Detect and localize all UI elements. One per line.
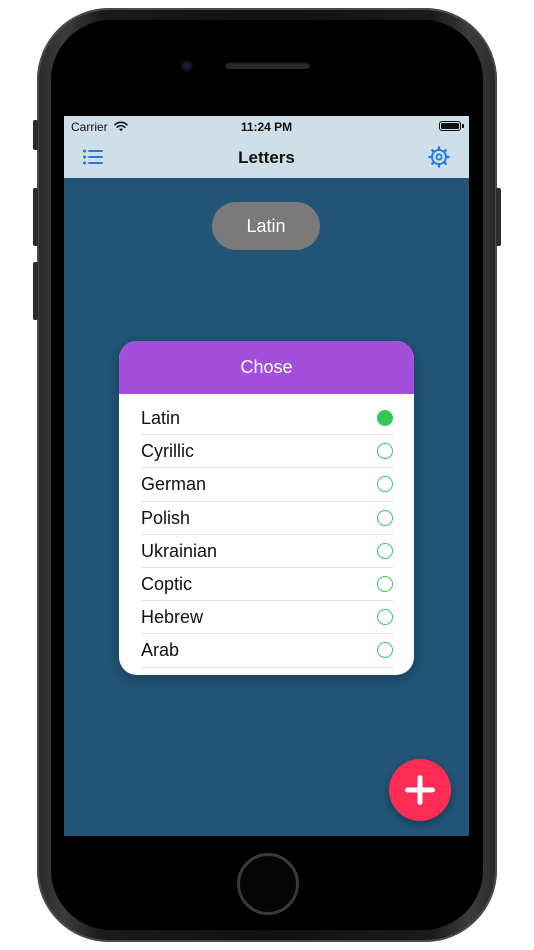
- language-chooser-dialog: Chose Latin Cyrillic German Polish Ukrai…: [119, 341, 414, 675]
- language-option-label: Cyrillic: [141, 441, 194, 462]
- language-option-label: Ukrainian: [141, 540, 218, 561]
- plus-icon: [405, 775, 435, 805]
- current-language-button[interactable]: Latin: [212, 202, 320, 250]
- language-option-label: Latin: [141, 408, 181, 428]
- language-option[interactable]: Latin: [141, 402, 393, 436]
- front-camera: [181, 60, 193, 72]
- language-option[interactable]: German: [141, 468, 393, 502]
- language-option-label: German: [141, 474, 207, 495]
- row-divider: [141, 666, 393, 668]
- navigation-bar: Letters: [64, 136, 469, 178]
- status-time: 11:24 PM: [240, 120, 293, 134]
- volume-down-button: [33, 262, 38, 320]
- volume-up-button: [33, 188, 38, 246]
- language-option-label: Polish: [141, 507, 191, 528]
- page-title: Letters: [238, 148, 295, 167]
- mute-switch: [33, 120, 38, 150]
- radio-unselected-icon[interactable]: [377, 609, 393, 626]
- battery-nub: [462, 124, 464, 128]
- status-bar: Carrier 11:24 PM: [64, 116, 469, 136]
- app-screen: Carrier 11:24 PM Letters Latin Chose Lat…: [64, 116, 469, 836]
- radio-selected-icon[interactable]: [377, 410, 393, 426]
- radio-unselected-icon[interactable]: [377, 509, 393, 526]
- language-option[interactable]: Coptic: [141, 568, 393, 602]
- power-button: [496, 188, 501, 246]
- language-option-label: Coptic: [141, 573, 193, 594]
- dialog-title: Chose: [119, 341, 414, 394]
- home-button[interactable]: [237, 853, 299, 915]
- language-option[interactable]: Ukrainian: [141, 535, 393, 568]
- language-option[interactable]: Polish: [141, 502, 393, 535]
- battery-fill: [441, 123, 459, 129]
- battery-icon: [439, 121, 464, 131]
- language-option[interactable]: Hebrew: [141, 601, 393, 635]
- language-option-list: Latin Cyrillic German Polish Ukrainian C…: [141, 402, 393, 668]
- radio-unselected-icon[interactable]: [377, 476, 393, 493]
- radio-unselected-icon[interactable]: [377, 443, 393, 460]
- language-option[interactable]: Arab: [141, 634, 393, 668]
- language-option-label: Arab: [141, 640, 180, 661]
- add-button[interactable]: [389, 759, 451, 821]
- radio-unselected-icon[interactable]: [377, 642, 393, 659]
- language-option[interactable]: Cyrillic: [141, 435, 393, 469]
- language-option-label: Hebrew: [141, 607, 204, 628]
- radio-unselected-icon[interactable]: [377, 542, 393, 559]
- radio-unselected-icon[interactable]: [377, 575, 393, 592]
- gear-icon[interactable]: [428, 146, 450, 168]
- earpiece-speaker: [225, 62, 310, 69]
